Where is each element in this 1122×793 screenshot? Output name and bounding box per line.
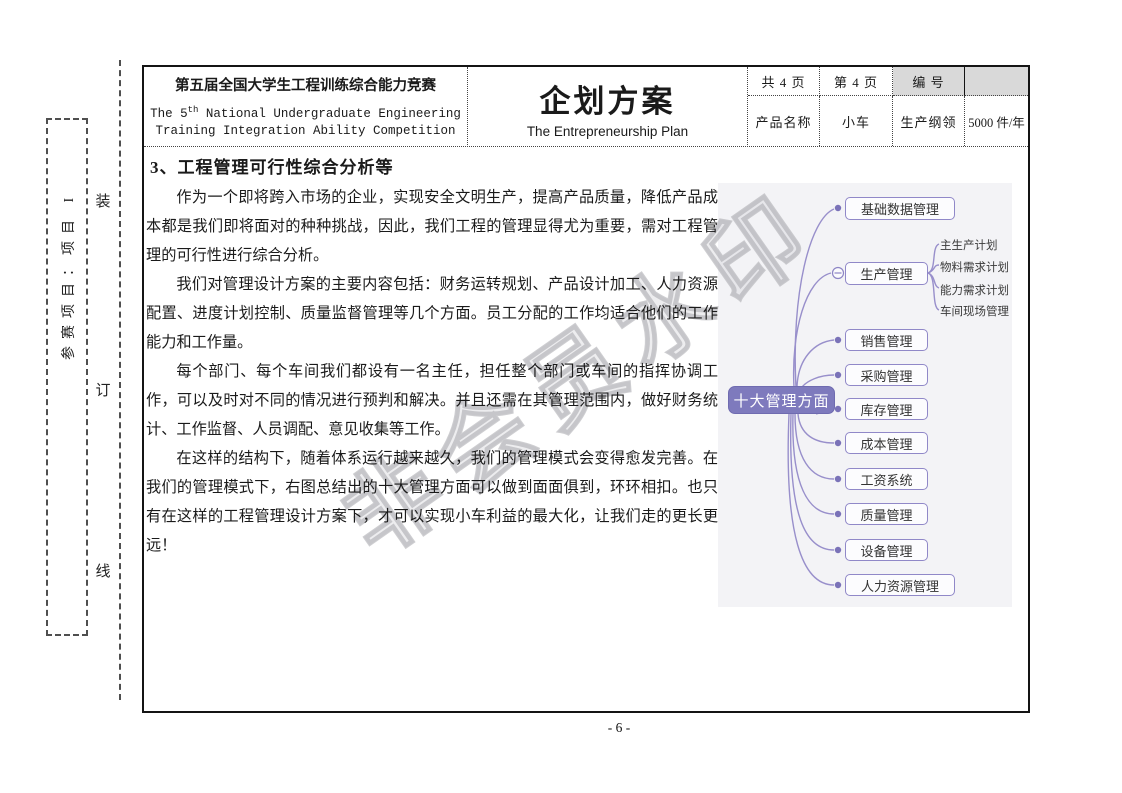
binding-mark-xian: 线 bbox=[92, 560, 114, 581]
collapse-icon[interactable] bbox=[833, 268, 844, 279]
binding-mark-ding: 订 bbox=[92, 379, 114, 400]
header-divider bbox=[144, 146, 1028, 147]
total-pages-cell: 共 4 页 bbox=[748, 67, 820, 96]
binding-mark-zhuang: 装 bbox=[92, 190, 114, 211]
product-name-label-cell: 产品名称 bbox=[748, 96, 820, 146]
production-target-label-cell: 生产纲领 bbox=[893, 96, 965, 146]
mindmap-subnode-material-plan: 物料需求计划 bbox=[940, 259, 1009, 273]
mindmap-node-cost[interactable]: 成本管理 bbox=[845, 432, 928, 454]
mindmap-node-hr[interactable]: 人力资源管理 bbox=[845, 574, 955, 596]
mindmap-node-sales[interactable]: 销售管理 bbox=[845, 329, 928, 351]
project-label: 参赛项目：项目 I bbox=[58, 191, 78, 360]
competition-name-en: The 5th National Undergraduate Engineeri… bbox=[150, 102, 461, 140]
section-heading: 3、工程管理可行性综合分析等 bbox=[150, 153, 394, 178]
competition-name-cell: 第五届全国大学生工程训练综合能力竞赛 The 5th National Unde… bbox=[144, 67, 468, 147]
document-title-en: The Entrepreneurship Plan bbox=[527, 124, 688, 139]
document-title: 企划方案 bbox=[540, 76, 676, 121]
paragraph: 在这样的结构下，随着体系运行越来越久，我们的管理模式会变得愈发完善。在我们的管理… bbox=[146, 444, 718, 560]
page-number: - 6 - bbox=[142, 720, 1030, 736]
competition-name-cn: 第五届全国大学生工程训练综合能力竞赛 bbox=[175, 74, 436, 95]
mindmap-subnode-workshop-mgmt: 车间现场管理 bbox=[940, 303, 1009, 317]
mindmap-subnode-master-plan: 主生产计划 bbox=[940, 237, 998, 251]
binding-dashed-line bbox=[119, 60, 121, 700]
document-page: 参赛项目：项目 I 装 订 线 第五届全国大学生工程训练综合能力竞赛 The 5… bbox=[0, 0, 1122, 793]
mindmap: 十大管理方面 基础数据管理 生产管理 销售管理 采购管理 库存管理 成本管理 工… bbox=[718, 183, 1012, 607]
mindmap-subnode-capacity-plan: 能力需求计划 bbox=[940, 282, 1009, 296]
mindmap-node-equipment[interactable]: 设备管理 bbox=[845, 539, 928, 561]
document-title-cell: 企划方案 The Entrepreneurship Plan bbox=[468, 67, 748, 147]
number-value-cell bbox=[965, 67, 1028, 96]
mindmap-root-node[interactable]: 十大管理方面 bbox=[728, 386, 835, 414]
paragraph: 每个部门、每个车间我们都设有一名主任，担任整个部门或车间的指挥协调工作，可以及时… bbox=[146, 357, 718, 444]
number-label-cell: 编 号 bbox=[893, 67, 965, 96]
mindmap-node-basic-data[interactable]: 基础数据管理 bbox=[845, 197, 955, 220]
production-target-value-cell: 5000 件/年 bbox=[965, 96, 1028, 146]
mindmap-node-purchasing[interactable]: 采购管理 bbox=[845, 364, 928, 386]
product-name-value-cell: 小车 bbox=[820, 96, 893, 146]
mindmap-node-inventory[interactable]: 库存管理 bbox=[845, 398, 928, 420]
paragraph: 作为一个即将跨入市场的企业，实现安全文明生产，提高产品质量，降低产品成本都是我们… bbox=[146, 183, 718, 270]
mindmap-node-quality[interactable]: 质量管理 bbox=[845, 503, 928, 525]
current-page-cell: 第 4 页 bbox=[820, 67, 893, 96]
mindmap-node-production[interactable]: 生产管理 bbox=[845, 262, 928, 285]
paragraph: 我们对管理设计方案的主要内容包括：财务运转规划、产品设计加工、人力资源配置、进度… bbox=[146, 270, 718, 357]
branch-dots bbox=[835, 205, 841, 588]
mindmap-node-wage-system[interactable]: 工资系统 bbox=[845, 468, 928, 490]
body-text: 作为一个即将跨入市场的企业，实现安全文明生产，提高产品质量，降低产品成本都是我们… bbox=[146, 183, 718, 560]
